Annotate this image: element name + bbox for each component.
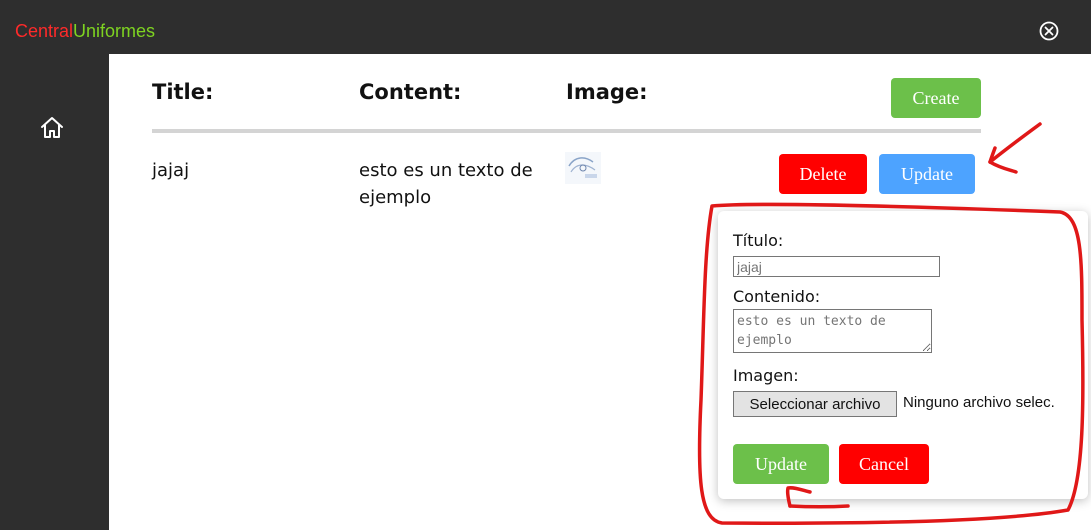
file-status-text: Ninguno archivo selec. bbox=[903, 394, 1055, 411]
home-icon[interactable] bbox=[38, 114, 66, 142]
header-content: Content: bbox=[359, 80, 462, 104]
top-bar: CentralUniformes bbox=[0, 0, 1091, 54]
edit-popup: Título: Contenido: esto es un texto de e… bbox=[718, 211, 1088, 499]
header-divider bbox=[152, 129, 981, 133]
row-title: jajaj bbox=[152, 160, 190, 181]
brand-logo[interactable]: CentralUniformes bbox=[15, 20, 155, 42]
update-button[interactable]: Update bbox=[879, 154, 975, 194]
form-cancel-button[interactable]: Cancel bbox=[839, 444, 929, 484]
create-button[interactable]: Create bbox=[891, 78, 981, 118]
row-content: esto es un texto de ejemplo bbox=[359, 160, 533, 208]
title-field-label: Título: bbox=[733, 231, 784, 250]
header-title: Title: bbox=[152, 80, 214, 104]
brand-part-2: Uniformes bbox=[73, 21, 156, 41]
form-update-button[interactable]: Update bbox=[733, 444, 829, 484]
choose-file-button[interactable]: Seleccionar archivo bbox=[733, 391, 897, 417]
content-field-label: Contenido: bbox=[733, 287, 821, 306]
header-image: Image: bbox=[566, 80, 648, 104]
image-field-label: Imagen: bbox=[733, 366, 799, 385]
close-icon[interactable] bbox=[1038, 20, 1060, 42]
sidebar bbox=[0, 54, 109, 530]
delete-button[interactable]: Delete bbox=[779, 154, 867, 194]
content-textarea[interactable]: esto es un texto de ejemplo bbox=[733, 309, 932, 353]
row-image-thumbnail bbox=[565, 152, 601, 184]
title-input[interactable] bbox=[733, 256, 940, 277]
brand-part-1: Central bbox=[15, 21, 74, 41]
